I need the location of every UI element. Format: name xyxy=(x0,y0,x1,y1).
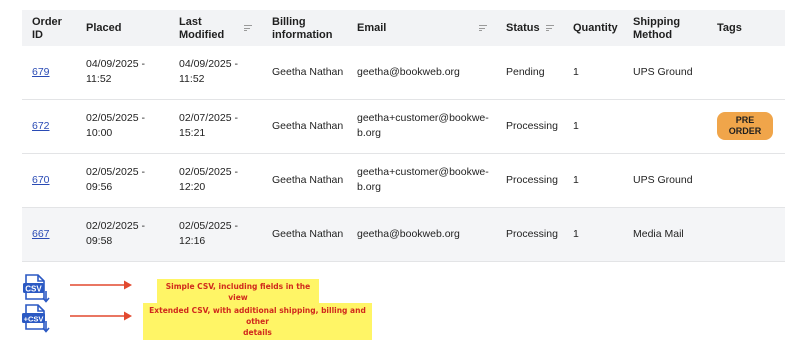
placed-cell: 02/02/2025 -09:58 xyxy=(86,220,145,247)
billing-cell: Geetha Nathan xyxy=(272,228,344,240)
csv-export-icon[interactable]: CSV xyxy=(22,274,50,304)
orders-table: Order ID Placed Last Modified Billing in… xyxy=(22,10,785,262)
header-tags: Tags xyxy=(717,22,742,34)
extended-csv-export-icon[interactable]: +CSV xyxy=(22,304,50,334)
billing-cell: Geetha Nathan xyxy=(272,66,344,78)
status-cell: Processing xyxy=(506,228,558,240)
table-row: 670 02/05/2025 -09:56 02/05/2025 -12:20 … xyxy=(22,154,785,208)
placed-cell: 04/09/2025 -11:52 xyxy=(86,58,145,85)
status-cell: Processing xyxy=(506,120,558,132)
quantity-cell: 1 xyxy=(573,120,579,132)
table-header: Order ID Placed Last Modified Billing in… xyxy=(22,10,785,46)
sort-icon[interactable] xyxy=(546,25,554,31)
last-modified-cell: 02/05/2025 -12:20 xyxy=(179,166,238,193)
header-quantity: Quantity xyxy=(573,22,618,34)
header-order-id: Order ID xyxy=(32,16,62,41)
table-row: 679 04/09/2025 -11:52 04/09/2025 -11:52 … xyxy=(22,46,785,100)
email-cell: geetha@bookweb.org xyxy=(357,228,460,240)
email-cell: geetha@bookweb.org xyxy=(357,66,460,78)
shipping-cell: UPS Ground xyxy=(633,174,693,186)
sort-icon[interactable] xyxy=(479,25,487,31)
header-email[interactable]: Email xyxy=(357,22,386,35)
header-shipping-method: Shipping Method xyxy=(633,16,681,41)
shipping-cell: Media Mail xyxy=(633,228,684,240)
pre-order-tag-badge: PRE ORDER xyxy=(717,112,773,140)
status-cell: Processing xyxy=(506,174,558,186)
status-cell: Pending xyxy=(506,66,545,78)
email-cell: geetha+customer@bookwe-b.org xyxy=(357,112,489,139)
header-last-modified[interactable]: Last Modified xyxy=(179,16,224,42)
placed-cell: 02/05/2025 -10:00 xyxy=(86,112,145,139)
shipping-cell: UPS Ground xyxy=(633,66,693,78)
billing-cell: Geetha Nathan xyxy=(272,174,344,186)
billing-cell: Geetha Nathan xyxy=(272,120,344,132)
quantity-cell: 1 xyxy=(573,66,579,78)
last-modified-cell: 04/09/2025 -11:52 xyxy=(179,58,238,85)
simple-csv-note: Simple CSV, including fields in the view xyxy=(157,279,319,305)
order-id-link[interactable]: 667 xyxy=(32,227,50,242)
order-id-link[interactable]: 672 xyxy=(32,119,50,134)
header-status[interactable]: Status xyxy=(506,22,540,35)
order-id-link[interactable]: 670 xyxy=(32,173,50,188)
order-id-link[interactable]: 679 xyxy=(32,65,50,80)
last-modified-cell: 02/07/2025 -15:21 xyxy=(179,112,238,139)
header-billing-information: Billing information xyxy=(272,16,333,41)
last-modified-cell: 02/05/2025 -12:16 xyxy=(179,220,238,247)
placed-cell: 02/05/2025 -09:56 xyxy=(86,166,145,193)
header-placed[interactable]: Placed xyxy=(86,22,121,35)
sort-icon[interactable] xyxy=(244,25,252,31)
arrow-right-icon xyxy=(70,311,132,321)
svg-text:+CSV: +CSV xyxy=(24,314,44,323)
svg-text:CSV: CSV xyxy=(25,284,42,293)
quantity-cell: 1 xyxy=(573,174,579,186)
table-row: 672 02/05/2025 -10:00 02/07/2025 -15:21 … xyxy=(22,100,785,154)
quantity-cell: 1 xyxy=(573,228,579,240)
table-row: 667 02/02/2025 -09:58 02/05/2025 -12:16 … xyxy=(22,208,785,262)
email-cell: geetha+customer@bookwe-b.org xyxy=(357,166,489,193)
arrow-right-icon xyxy=(70,280,132,290)
extended-csv-note: Extended CSV, with additional shipping, … xyxy=(143,303,372,340)
